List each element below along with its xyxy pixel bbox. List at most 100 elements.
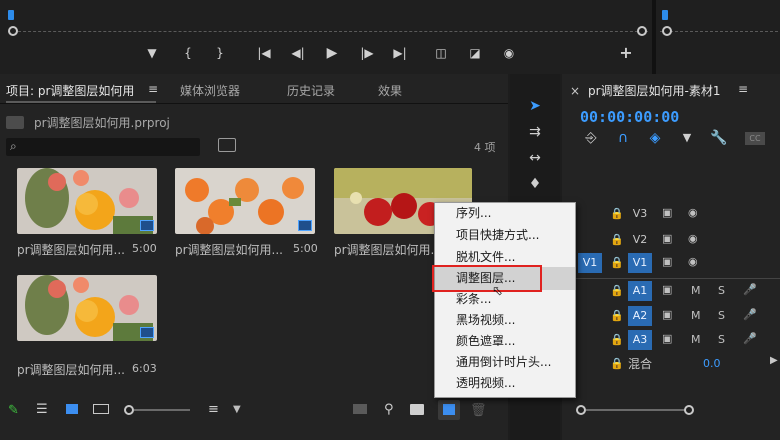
tab-effects[interactable]: 效果 (378, 82, 402, 99)
add-marker-icon[interactable]: ▼ (676, 128, 698, 148)
clip-thumbnail[interactable] (175, 168, 315, 234)
sync-lock-icon[interactable]: ▣ (662, 332, 672, 345)
menu-item-black-video[interactable]: 黑场视频... (456, 310, 572, 331)
source-track-v1[interactable]: V1 (578, 253, 602, 273)
chevron-down-icon[interactable]: ▼ (233, 404, 241, 415)
project-search-input[interactable] (6, 138, 200, 156)
microphone-icon[interactable]: 🎤 (743, 332, 757, 345)
mute-button[interactable]: M (691, 309, 701, 322)
overwrite-icon[interactable]: ◪ (464, 44, 486, 62)
mix-track-label: 混合 (628, 357, 653, 371)
go-to-out-icon[interactable]: ▶| (389, 44, 411, 62)
trash-icon[interactable]: 🗑 (470, 403, 487, 418)
source-playhead-icon[interactable] (662, 10, 668, 20)
track-label-v3[interactable]: V3 (628, 204, 652, 224)
icon-view-icon[interactable] (66, 404, 78, 414)
sort-icon[interactable]: ≡ (208, 402, 219, 417)
lock-icon[interactable]: 🔒 (610, 309, 624, 322)
sync-lock-icon[interactable]: ▣ (662, 255, 672, 268)
wrench-icon[interactable]: 🔧 (708, 128, 730, 148)
menu-item-project-shortcut[interactable]: 项目快捷方式... (456, 225, 572, 246)
timeline-scroll-right-handle[interactable] (684, 405, 694, 415)
captions-icon[interactable]: CC (745, 132, 765, 145)
track-label-v1[interactable]: V1 (628, 253, 652, 273)
menu-item-bars-and-tone[interactable]: 彩条... (456, 289, 572, 310)
automate-icon[interactable] (353, 404, 367, 414)
program-time-ruler[interactable] (8, 22, 648, 32)
razor-tool-icon[interactable]: ♦ (524, 174, 546, 194)
find-bin-icon[interactable] (218, 138, 236, 152)
track-select-tool-icon[interactable]: ⇉ (524, 122, 546, 142)
lock-icon[interactable]: 🔒 (610, 256, 624, 269)
menu-item-color-matte[interactable]: 颜色遮罩... (456, 331, 572, 352)
ripple-edit-tool-icon[interactable]: ↔ (524, 148, 546, 168)
sync-lock-icon[interactable]: ▣ (662, 232, 672, 245)
lock-icon[interactable]: 🔒 (610, 207, 624, 220)
source-in-handle[interactable] (662, 26, 672, 36)
snap-icon[interactable]: ∩ (612, 128, 634, 148)
sync-lock-icon[interactable]: ▣ (662, 206, 672, 219)
solo-button[interactable]: S (718, 333, 725, 346)
chevron-right-icon[interactable]: ▶ (770, 355, 778, 366)
lock-icon[interactable]: 🔒 (610, 233, 624, 246)
eye-icon[interactable]: ◉ (688, 206, 698, 219)
lock-icon[interactable]: 🔒 (610, 284, 624, 297)
menu-item-transparent-video[interactable]: 透明视频... (456, 373, 572, 394)
tab-project[interactable]: 项目: pr调整图层如何用 (6, 82, 134, 99)
menu-item-countdown-leader[interactable]: 通用倒计时片头... (456, 352, 572, 373)
go-to-in-icon[interactable]: |◀ (253, 44, 275, 62)
zoom-slider-handle[interactable] (124, 405, 134, 415)
timeline-scroll-left-handle[interactable] (576, 405, 586, 415)
lock-icon[interactable]: 🔒 (610, 333, 624, 346)
timecode-display[interactable]: 00:00:00:00 (580, 108, 679, 126)
playhead-icon[interactable] (8, 10, 14, 20)
close-icon[interactable]: × (570, 84, 580, 98)
clip-thumbnail[interactable] (17, 168, 157, 234)
track-label-v2[interactable]: V2 (628, 230, 652, 250)
in-point-handle[interactable] (8, 26, 18, 36)
marker-icon[interactable]: ▼ (141, 44, 163, 62)
tab-history[interactable]: 历史记录 (287, 82, 335, 99)
track-label-a1[interactable]: A1 (628, 281, 652, 301)
timeline-menu-icon[interactable]: ≡ (738, 82, 748, 96)
mix-volume-value[interactable]: 0.0 (703, 357, 721, 370)
solo-button[interactable]: S (718, 284, 725, 297)
menu-item-sequence[interactable]: 序列... (456, 203, 572, 224)
eye-icon[interactable]: ◉ (688, 232, 698, 245)
tab-menu-icon[interactable]: ≡ (148, 82, 158, 96)
sync-lock-icon[interactable]: ▣ (662, 283, 672, 296)
insert-icon[interactable]: ◫ (430, 44, 452, 62)
track-label-a2[interactable]: A2 (628, 306, 652, 326)
find-icon[interactable]: ⚲ (384, 402, 394, 417)
out-point-handle[interactable] (637, 26, 647, 36)
selection-tool-icon[interactable]: ➤ (524, 96, 546, 116)
play-icon[interactable]: ▶ (321, 44, 343, 62)
sync-lock-icon[interactable]: ▣ (662, 308, 672, 321)
mute-button[interactable]: M (691, 333, 701, 346)
step-back-icon[interactable]: ◀| (287, 44, 309, 62)
sequence-title[interactable]: pr调整图层如何用-素材1 (588, 82, 721, 99)
solo-button[interactable]: S (718, 309, 725, 322)
source-time-ruler[interactable] (660, 22, 778, 32)
step-forward-icon[interactable]: |▶ (356, 44, 378, 62)
mute-button[interactable]: M (691, 284, 701, 297)
add-button-icon[interactable]: + (615, 44, 637, 62)
linked-selection-icon[interactable]: ◈ (644, 128, 666, 148)
track-label-a3[interactable]: A3 (628, 330, 652, 350)
timeline-scrollbar[interactable] (586, 409, 686, 411)
mark-in-icon[interactable]: { (177, 44, 199, 62)
export-frame-icon[interactable]: ◉ (498, 44, 520, 62)
microphone-icon[interactable]: 🎤 (743, 283, 757, 296)
freeform-view-icon[interactable] (93, 404, 109, 414)
pencil-icon[interactable]: ✎ (8, 403, 19, 418)
nest-icon[interactable]: ⎆ (580, 128, 602, 148)
eye-icon[interactable]: ◉ (688, 255, 698, 268)
mark-out-icon[interactable]: } (209, 44, 231, 62)
lock-icon[interactable]: 🔒 (610, 357, 624, 370)
list-view-icon[interactable]: ☰ (36, 402, 48, 417)
tab-media-browser[interactable]: 媒体浏览器 (180, 82, 240, 99)
clip-thumbnail[interactable] (17, 275, 157, 341)
zoom-slider-track[interactable] (134, 409, 190, 411)
new-bin-icon[interactable] (410, 404, 424, 415)
microphone-icon[interactable]: 🎤 (743, 308, 757, 321)
